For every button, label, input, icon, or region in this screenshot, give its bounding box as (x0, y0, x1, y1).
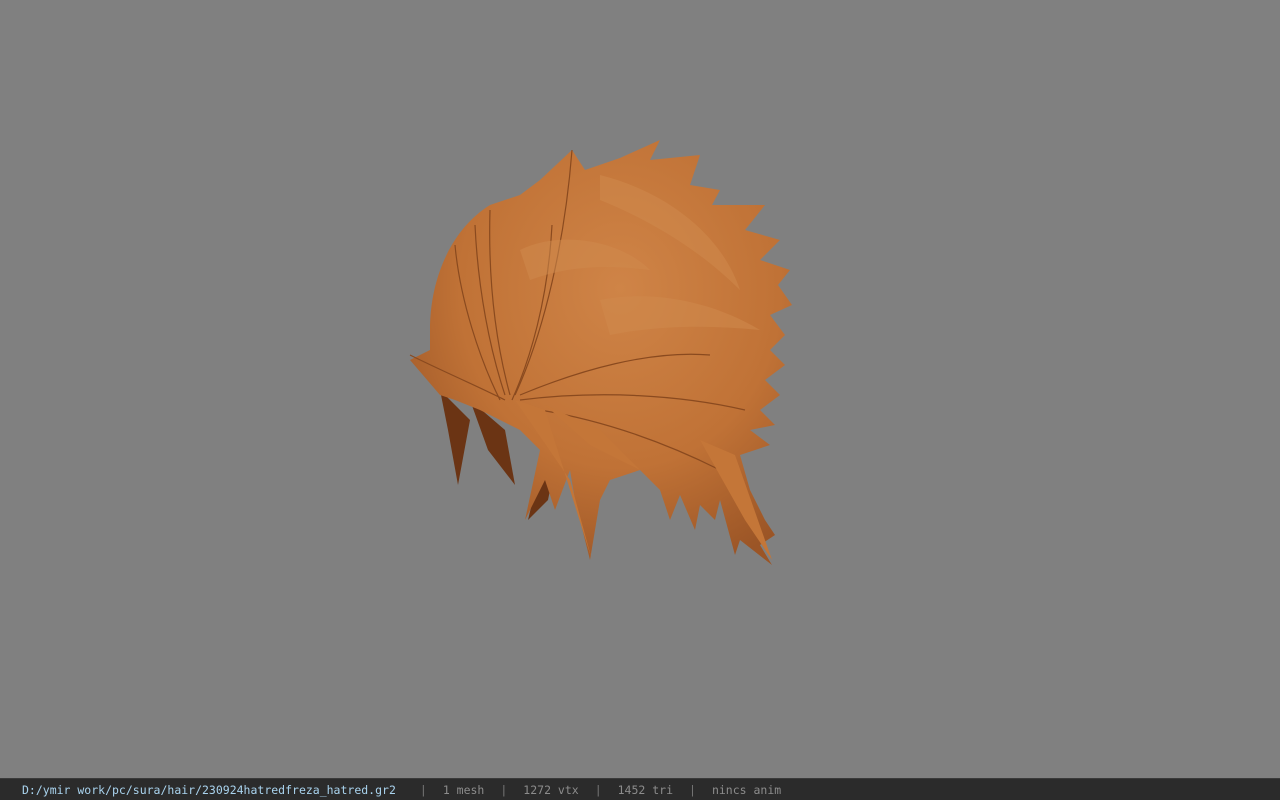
model-file-path: D:/ymir work/pc/sura/hair/230924hatredfr… (22, 782, 396, 797)
triangle-count: 1452 tri (617, 782, 674, 797)
status-bar: D:/ymir work/pc/sura/hair/230924hatredfr… (0, 778, 1280, 800)
status-separator: | (419, 782, 427, 797)
status-separator: | (594, 782, 602, 797)
animation-status: nincs anim (711, 782, 782, 797)
vertex-count: 1272 vtx (523, 782, 579, 797)
mesh-count: 1 mesh (442, 782, 485, 797)
hair-model-render (409, 140, 792, 565)
3d-viewport[interactable] (0, 0, 1280, 778)
status-separator: | (689, 782, 696, 797)
status-separator: | (500, 782, 508, 797)
